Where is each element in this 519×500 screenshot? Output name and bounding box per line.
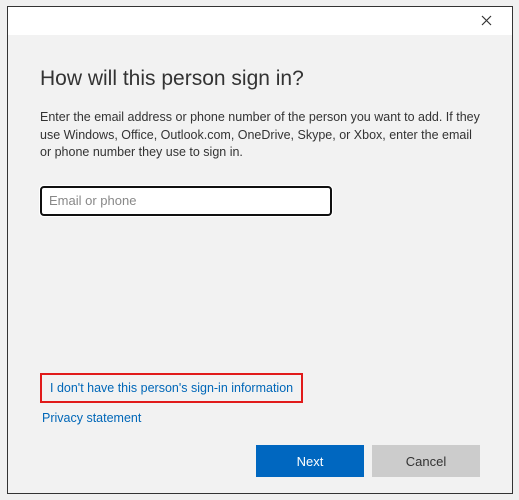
- description-text: Enter the email address or phone number …: [40, 109, 480, 162]
- highlighted-link-box: I don't have this person's sign-in infor…: [40, 373, 303, 403]
- next-button[interactable]: Next: [256, 445, 364, 477]
- spacer: [40, 236, 480, 374]
- close-button[interactable]: [470, 9, 502, 33]
- links-section: I don't have this person's sign-in infor…: [40, 373, 480, 427]
- cancel-button[interactable]: Cancel: [372, 445, 480, 477]
- dialog-content: How will this person sign in? Enter the …: [8, 35, 512, 493]
- email-or-phone-input[interactable]: [40, 186, 332, 216]
- titlebar: [8, 7, 512, 35]
- no-signin-info-link[interactable]: I don't have this person's sign-in infor…: [50, 381, 293, 395]
- button-row: Next Cancel: [40, 437, 480, 477]
- privacy-statement-link[interactable]: Privacy statement: [42, 411, 141, 425]
- input-row: [40, 186, 480, 216]
- close-icon: [481, 13, 492, 29]
- page-title: How will this person sign in?: [40, 67, 480, 91]
- signin-dialog: How will this person sign in? Enter the …: [7, 6, 513, 494]
